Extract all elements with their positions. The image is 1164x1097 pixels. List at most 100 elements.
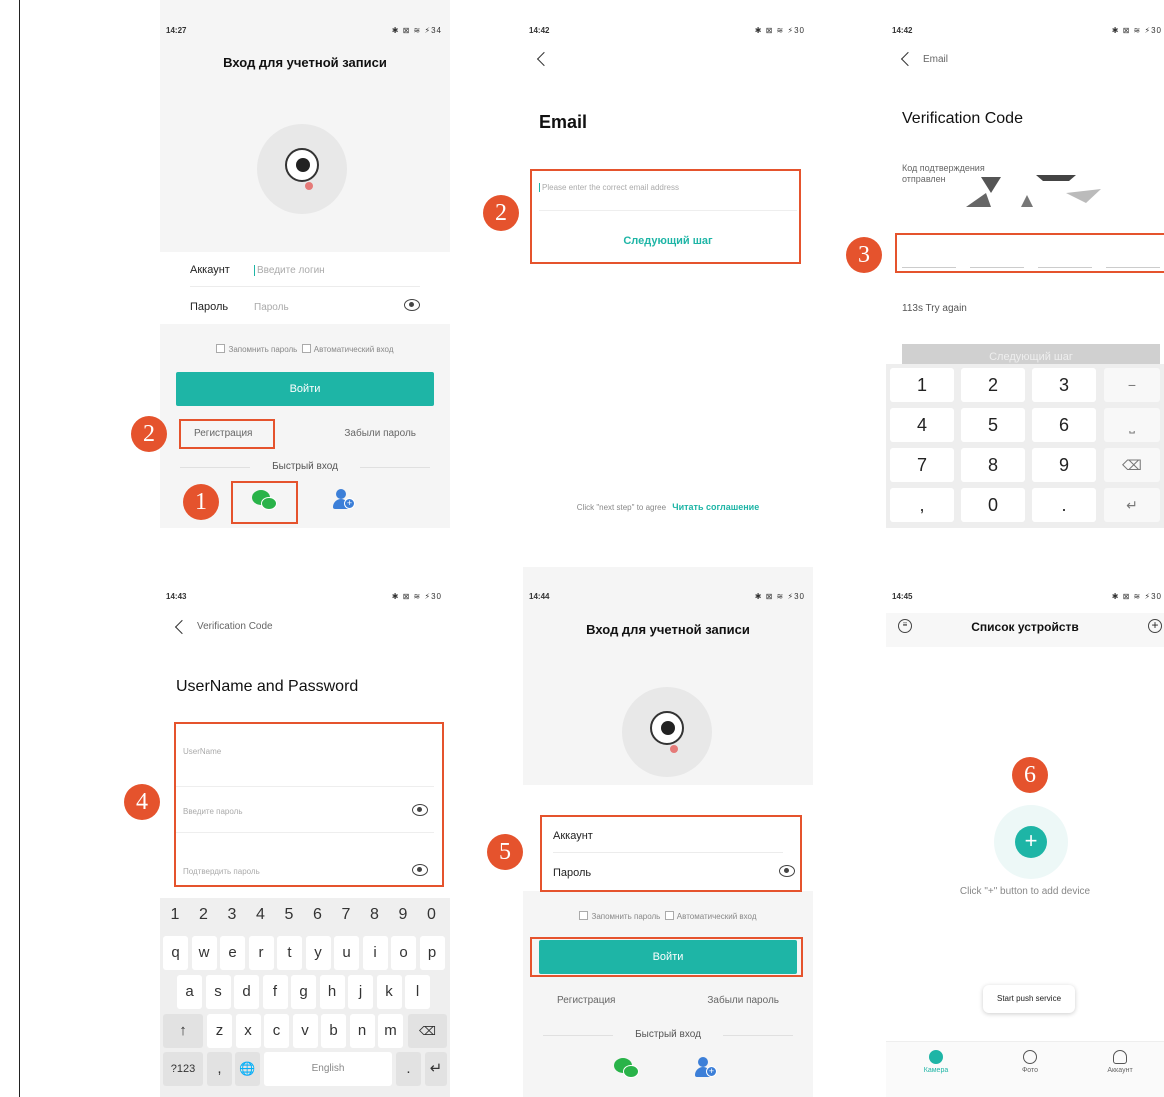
letter-key[interactable]: q: [163, 936, 188, 970]
forgot-password-link[interactable]: Забыли пароль: [707, 995, 779, 1006]
keypad-key[interactable]: 9: [1032, 448, 1096, 482]
add-device-icon[interactable]: +: [1148, 619, 1162, 633]
remember-checkbox[interactable]: [216, 344, 226, 353]
forgot-password-link[interactable]: Забыли пароль: [344, 428, 416, 439]
status-icons: ✱ ⊠ ≋ ⚡34: [391, 26, 442, 35]
keypad-key[interactable]: 0: [961, 488, 1025, 522]
letter-key[interactable]: h: [319, 975, 345, 1009]
letter-key[interactable]: r: [248, 936, 274, 970]
highlight-register: [179, 419, 275, 449]
number-key[interactable]: 7: [335, 906, 357, 924]
keypad-key[interactable]: 2: [961, 368, 1025, 402]
status-bar: 14:44 ✱ ⊠ ≋ ⚡30: [523, 567, 813, 601]
letter-key[interactable]: x: [235, 1014, 261, 1048]
remember-checkbox[interactable]: [579, 911, 589, 920]
keypad-key[interactable]: 8: [961, 448, 1025, 482]
letter-key[interactable]: k: [376, 975, 402, 1009]
add-user-icon[interactable]: +: [695, 1057, 719, 1079]
keypad-key[interactable]: −: [1104, 368, 1160, 402]
account-input[interactable]: Введите логин: [254, 265, 325, 276]
account-field[interactable]: Аккаунт Введите логин: [190, 253, 420, 287]
tab-account[interactable]: Аккаунт: [1090, 1050, 1150, 1074]
space-key[interactable]: English: [264, 1052, 392, 1086]
agreement-link[interactable]: Читать соглашение: [672, 502, 759, 512]
next-step-button[interactable]: Следующий шаг: [902, 344, 1160, 366]
tab-camera[interactable]: Камера: [906, 1050, 966, 1074]
show-password-icon[interactable]: [404, 299, 420, 311]
number-key[interactable]: 3: [221, 906, 243, 924]
back-icon[interactable]: [536, 51, 552, 67]
highlight-login-fields: [540, 815, 802, 892]
letter-key[interactable]: o: [391, 936, 416, 970]
auto-login-checkbox[interactable]: [664, 911, 674, 920]
keypad-key[interactable]: ⎵: [1104, 408, 1160, 442]
number-key[interactable]: 4: [250, 906, 272, 924]
letter-key[interactable]: y: [305, 936, 331, 970]
keypad-key[interactable]: 1: [890, 368, 954, 402]
number-key[interactable]: 0: [421, 906, 443, 924]
enter-key[interactable]: ↵: [425, 1052, 447, 1086]
keypad-key[interactable]: 4: [890, 408, 954, 442]
step-badge: 1: [183, 484, 219, 520]
add-user-icon[interactable]: +: [333, 489, 357, 511]
keypad-key[interactable]: 7: [890, 448, 954, 482]
back-icon[interactable]: [900, 51, 916, 67]
letter-key[interactable]: j: [348, 975, 373, 1009]
number-key[interactable]: 6: [307, 906, 329, 924]
letter-key[interactable]: u: [334, 936, 359, 970]
password-input[interactable]: Пароль: [254, 302, 289, 313]
back-icon[interactable]: [174, 619, 190, 635]
login-options: Запомнить пароль Автоматический вход: [523, 911, 813, 921]
keypad-key[interactable]: 6: [1032, 408, 1096, 442]
letter-key[interactable]: g: [291, 975, 316, 1009]
symbols-key[interactable]: ?123: [163, 1052, 203, 1086]
tab-photo-label: Фото: [1021, 1067, 1039, 1074]
status-icons: ✱ ⊠ ≋ ⚡30: [1111, 26, 1162, 35]
letter-key[interactable]: i: [362, 936, 388, 970]
letter-key[interactable]: b: [321, 1014, 346, 1048]
keypad-key[interactable]: .: [1032, 488, 1096, 522]
letter-key[interactable]: v: [292, 1014, 318, 1048]
keypad-key[interactable]: ,: [890, 488, 954, 522]
login-button[interactable]: Войти: [176, 372, 434, 406]
keypad-key[interactable]: ↵: [1104, 488, 1160, 522]
screen-email: 14:42 ✱ ⊠ ≋ ⚡30 Email Please enter the c…: [523, 0, 813, 528]
number-key[interactable]: 5: [278, 906, 300, 924]
letter-key[interactable]: f: [262, 975, 288, 1009]
letter-key[interactable]: w: [191, 936, 217, 970]
letter-key[interactable]: s: [205, 975, 231, 1009]
language-key[interactable]: 🌐: [235, 1052, 260, 1086]
number-key[interactable]: 9: [392, 906, 414, 924]
letter-key[interactable]: p: [419, 936, 445, 970]
number-key[interactable]: 8: [364, 906, 386, 924]
screen-device-list: 14:45 ✱ ⊠ ≋ ⚡30 ≡ Список устройств + + C…: [886, 567, 1164, 1097]
password-field[interactable]: Пароль Пароль: [190, 290, 420, 324]
letter-key[interactable]: e: [220, 936, 245, 970]
add-device-button[interactable]: +: [1015, 826, 1047, 858]
keypad-key[interactable]: ⌫: [1104, 448, 1160, 482]
status-time: 14:42: [892, 26, 913, 35]
auto-login-checkbox[interactable]: [301, 344, 311, 353]
letter-key[interactable]: a: [177, 975, 202, 1009]
tab-photo[interactable]: Фото: [1000, 1050, 1060, 1074]
step-badge: 2: [483, 195, 519, 231]
step-badge: 5: [487, 834, 523, 870]
number-key[interactable]: 1: [164, 906, 186, 924]
register-link[interactable]: Регистрация: [557, 995, 615, 1006]
letter-key[interactable]: z: [207, 1014, 232, 1048]
period-key[interactable]: .: [396, 1052, 421, 1086]
letter-key[interactable]: m: [378, 1014, 403, 1048]
wechat-icon[interactable]: [614, 1058, 640, 1080]
keypad-key[interactable]: 5: [961, 408, 1025, 442]
backspace-key[interactable]: ⌫: [408, 1014, 447, 1048]
status-bar: 14:27 ✱ ⊠ ≋ ⚡34: [160, 0, 450, 35]
letter-key[interactable]: n: [349, 1014, 375, 1048]
letter-key[interactable]: t: [277, 936, 302, 970]
number-key[interactable]: 2: [193, 906, 215, 924]
comma-key[interactable]: ,: [207, 1052, 232, 1086]
shift-key[interactable]: ↑: [163, 1014, 203, 1048]
letter-key[interactable]: c: [264, 1014, 289, 1048]
letter-key[interactable]: l: [405, 975, 430, 1009]
letter-key[interactable]: d: [234, 975, 259, 1009]
keypad-key[interactable]: 3: [1032, 368, 1096, 402]
